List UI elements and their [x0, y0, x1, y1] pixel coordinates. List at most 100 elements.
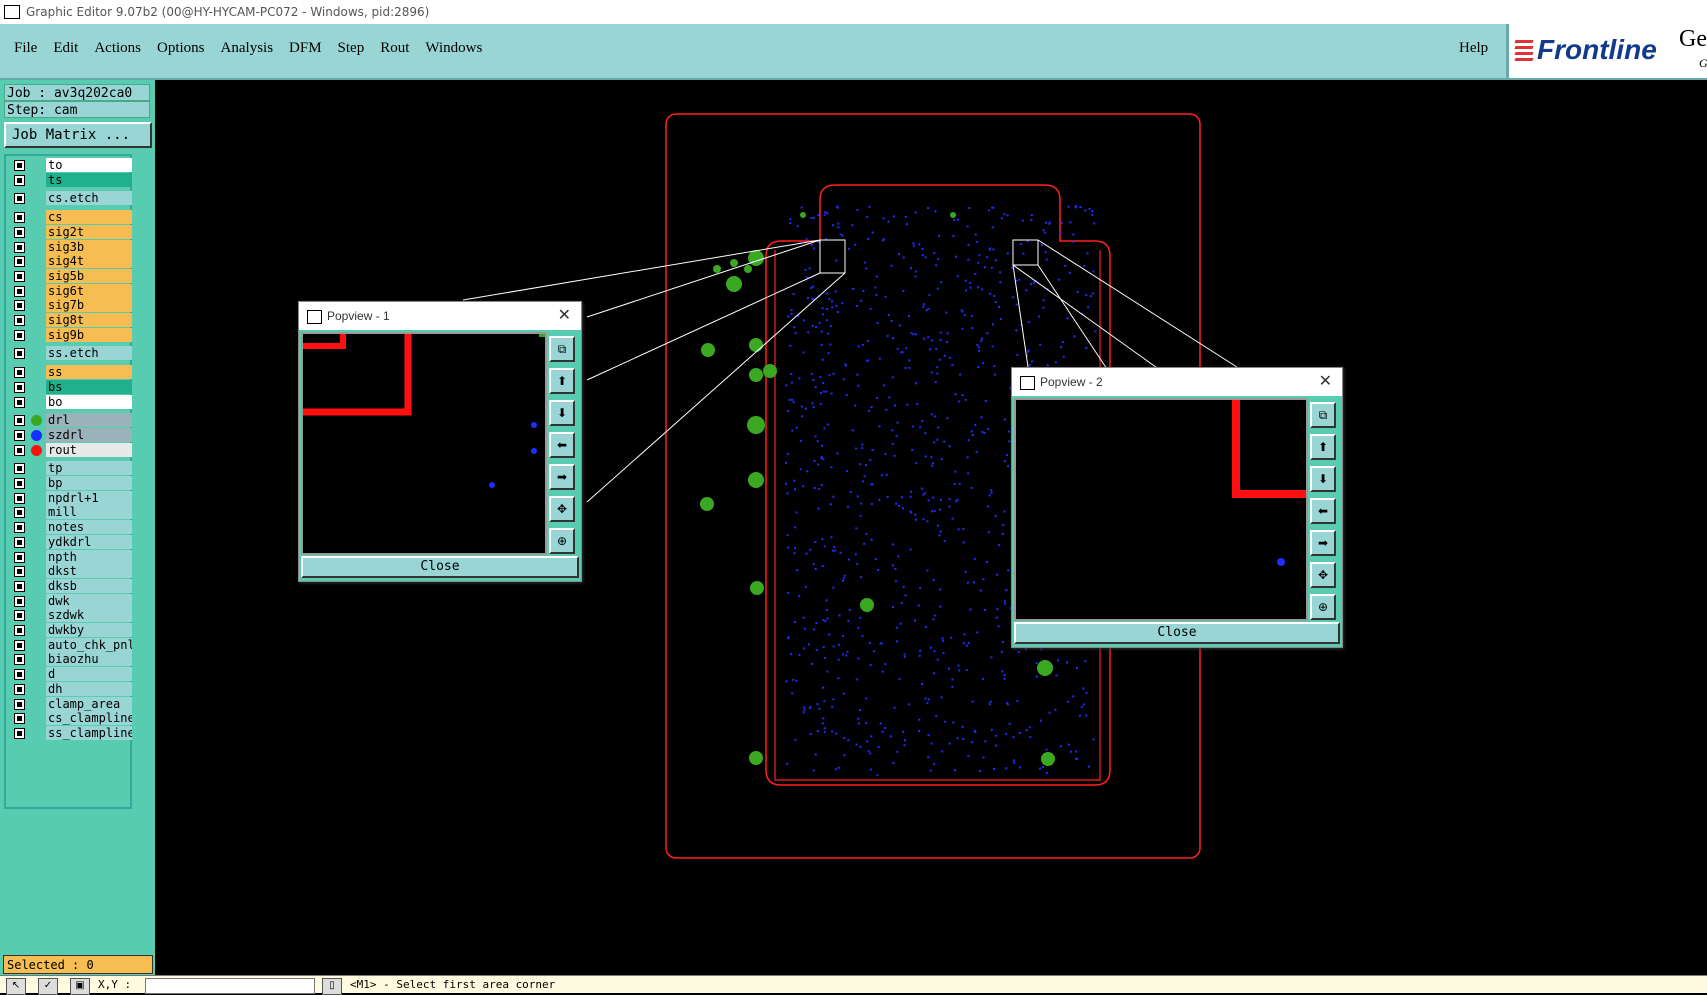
layer-name[interactable]: rout: [46, 442, 132, 457]
layer-name[interactable]: sig4t: [46, 254, 132, 269]
layer-checkbox[interactable]: [14, 429, 25, 441]
layer-checkbox[interactable]: [14, 683, 25, 695]
layer-name[interactable]: ss.etch: [46, 346, 132, 361]
layer-row-ss.etch[interactable]: ss.etch: [10, 346, 132, 361]
layer-row-auto_chk_pnl[interactable]: auto_chk_pnl: [10, 637, 132, 653]
job-matrix-button[interactable]: Job Matrix ...: [4, 122, 152, 148]
layer-checkbox[interactable]: [14, 522, 25, 534]
layer-row-dwk[interactable]: dwk: [10, 593, 132, 609]
popview-2-pan-left-icon[interactable]: ⬅: [1310, 498, 1336, 524]
layer-checkbox[interactable]: [14, 160, 25, 171]
layer-checkbox[interactable]: [14, 270, 25, 282]
layer-checkbox[interactable]: [14, 595, 25, 607]
popview-1-window[interactable]: Popview - 1 ✕ ⧉ ⬆ ⬇ ⬅ ➡ ✥ ⊕ Close: [298, 301, 582, 582]
layer-row-dwkby[interactable]: dwkby: [10, 623, 132, 638]
layer-row-sig7b[interactable]: sig7b: [10, 298, 132, 313]
popview-2-close-button[interactable]: Close: [1014, 622, 1340, 644]
layer-checkbox[interactable]: [14, 713, 25, 725]
layer-row-sig6t[interactable]: sig6t: [10, 283, 132, 299]
popview-2-zoom-fit-icon[interactable]: ⧉: [1310, 402, 1336, 428]
layer-checkbox[interactable]: [14, 566, 25, 578]
layer-checkbox[interactable]: [14, 639, 25, 651]
layer-checkbox[interactable]: [14, 463, 25, 475]
layer-name[interactable]: sig3b: [46, 239, 132, 254]
layer-checkbox[interactable]: [14, 193, 25, 205]
layer-row-rout[interactable]: rout: [10, 442, 132, 458]
layer-checkbox[interactable]: [14, 610, 25, 622]
layer-row-notes[interactable]: notes: [10, 520, 132, 535]
layer-row-szdrl[interactable]: szdrl: [10, 427, 132, 443]
layer-row-ts[interactable]: ts: [10, 172, 132, 188]
popview-2-zoom-in-icon[interactable]: ✥: [1310, 562, 1336, 588]
layer-name[interactable]: sig8t: [46, 313, 132, 327]
layer-checkbox[interactable]: [14, 256, 25, 268]
layer-name[interactable]: ss: [46, 365, 132, 380]
layer-row-cs[interactable]: cs: [10, 210, 132, 225]
menu-help[interactable]: Help: [1459, 40, 1488, 57]
layer-checkbox[interactable]: [14, 381, 25, 393]
layer-name[interactable]: dkst: [46, 564, 132, 579]
layer-name[interactable]: szdwk: [46, 608, 132, 623]
layer-name[interactable]: clamp_area: [46, 696, 132, 711]
layer-row-sig4t[interactable]: sig4t: [10, 254, 132, 269]
layer-row-biaozhu[interactable]: biaozhu: [10, 652, 132, 667]
select-tool-icon[interactable]: ↖: [6, 978, 26, 995]
layer-name[interactable]: ss_clampline: [46, 725, 132, 740]
menu-analysis[interactable]: Analysis: [221, 40, 274, 57]
layer-checkbox[interactable]: [14, 478, 25, 489]
layer-row-clamp_area[interactable]: clamp_area: [10, 696, 132, 712]
layer-checkbox[interactable]: [14, 367, 25, 379]
layer-checkbox[interactable]: [14, 625, 25, 636]
layer-name[interactable]: bp: [46, 476, 132, 490]
menu-step[interactable]: Step: [338, 40, 365, 57]
layer-name[interactable]: to: [46, 158, 132, 172]
menu-dfm[interactable]: DFM: [289, 40, 322, 57]
menu-edit[interactable]: Edit: [53, 40, 78, 57]
layer-name[interactable]: bo: [46, 394, 132, 409]
layer-name[interactable]: npth: [46, 549, 132, 564]
layer-name[interactable]: cs: [46, 210, 132, 225]
popview-1-close-icon[interactable]: ✕: [558, 305, 571, 325]
layer-row-ydkdrl[interactable]: ydkdrl: [10, 534, 132, 550]
popview-2-titlebar[interactable]: Popview - 2 ✕: [1012, 368, 1342, 396]
layer-row-to[interactable]: to: [10, 158, 132, 173]
layer-checkbox[interactable]: [14, 300, 25, 312]
popview-1-zoom-fit-icon[interactable]: ⧉: [549, 336, 575, 362]
layer-checkbox[interactable]: [14, 698, 25, 710]
layer-checkbox[interactable]: [14, 492, 25, 504]
layer-row-sig9b[interactable]: sig9b: [10, 327, 132, 343]
layer-name[interactable]: ydkdrl: [46, 534, 132, 549]
layer-row-bs[interactable]: bs: [10, 379, 132, 395]
layer-name[interactable]: biaozhu: [46, 652, 132, 667]
menu-actions[interactable]: Actions: [94, 40, 141, 57]
layer-row-bo[interactable]: bo: [10, 394, 132, 410]
layer-name[interactable]: szdrl: [46, 427, 132, 442]
layer-name[interactable]: sig6t: [46, 283, 132, 298]
menu-file[interactable]: File: [14, 40, 37, 57]
layer-row-npth[interactable]: npth: [10, 549, 132, 565]
layer-checkbox[interactable]: [14, 329, 25, 341]
layer-row-cs_clampline[interactable]: cs_clampline: [10, 711, 132, 726]
mode-toggle-icon[interactable]: ▯: [322, 978, 342, 995]
popview-1-zoom-in-icon[interactable]: ✥: [549, 496, 575, 522]
layer-name[interactable]: bs: [46, 379, 132, 394]
layer-checkbox[interactable]: [14, 315, 25, 326]
layer-name[interactable]: dwk: [46, 593, 132, 608]
layer-row-d[interactable]: d: [10, 667, 132, 682]
layer-checkbox[interactable]: [14, 212, 25, 224]
layer-row-tp[interactable]: tp: [10, 461, 132, 476]
popview-1-zoom-out-icon[interactable]: ⊕: [549, 528, 575, 554]
layer-row-drl[interactable]: drl: [10, 413, 132, 428]
layer-row-npdrl+1[interactable]: npdrl+1: [10, 490, 132, 506]
layer-name[interactable]: dksb: [46, 578, 132, 593]
popview-2-close-icon[interactable]: ✕: [1319, 371, 1332, 391]
layer-checkbox[interactable]: [14, 226, 25, 238]
layer-row-sig5b[interactable]: sig5b: [10, 268, 132, 284]
layer-name[interactable]: dh: [46, 681, 132, 696]
popview-2-pan-down-icon[interactable]: ⬇: [1310, 466, 1336, 492]
popview-1-pan-up-icon[interactable]: ⬆: [549, 368, 575, 394]
layer-row-ss[interactable]: ss: [10, 365, 132, 380]
layer-row-ss_clampline[interactable]: ss_clampline: [10, 725, 132, 741]
layer-name[interactable]: cs.etch: [46, 191, 132, 206]
menu-rout[interactable]: Rout: [380, 40, 409, 57]
